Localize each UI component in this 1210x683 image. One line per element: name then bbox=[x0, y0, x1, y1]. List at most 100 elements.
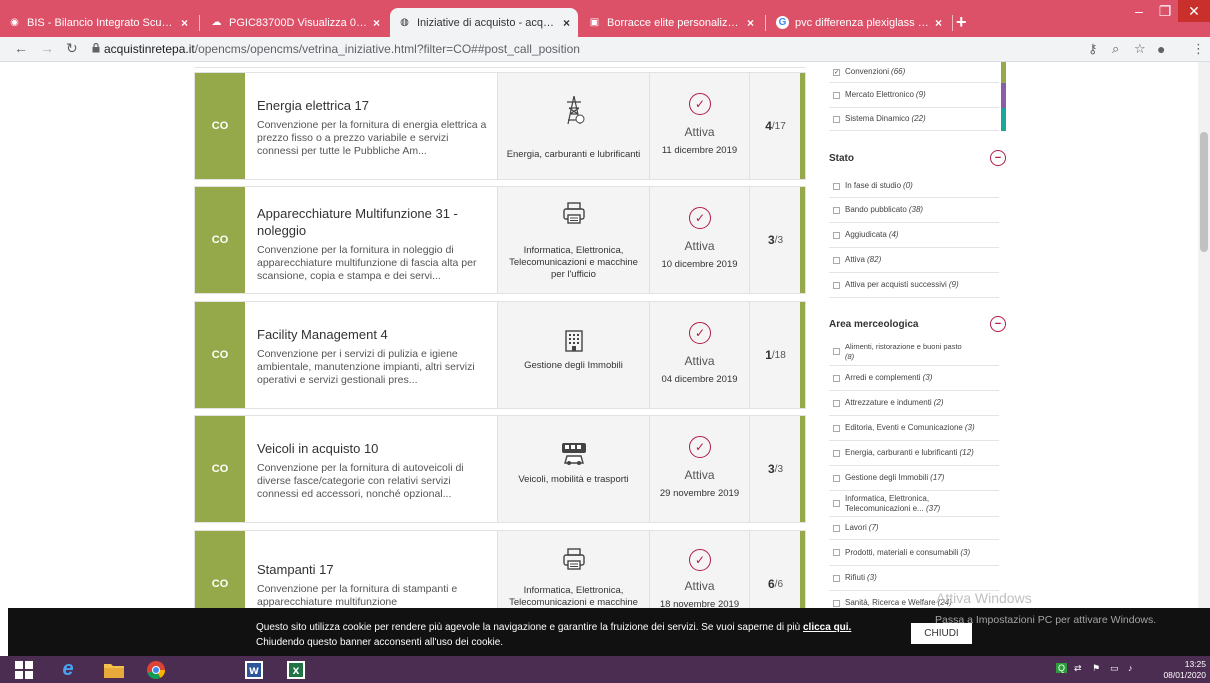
filter-item[interactable]: Editoria, Eventi e Comunicazione (3) bbox=[829, 416, 999, 441]
power-tower-icon bbox=[498, 95, 649, 131]
filter-label: Attiva per acquisti successivi bbox=[845, 280, 947, 289]
card-status: ✓ Attiva 10 dicembre 2019 bbox=[649, 187, 749, 293]
word-icon[interactable]: W bbox=[234, 658, 274, 681]
close-tab-icon[interactable]: × bbox=[563, 16, 570, 30]
minimize-icon[interactable]: – bbox=[1126, 0, 1152, 22]
checkbox[interactable] bbox=[833, 182, 840, 190]
filter-count: (9) bbox=[915, 90, 926, 99]
filter-item[interactable]: Gestione degli Immobili (17) bbox=[829, 466, 999, 491]
filter-item[interactable]: Energia, carburanti e lubrificanti (12) bbox=[829, 441, 999, 466]
card-title[interactable]: Energia elettrica 17 bbox=[257, 97, 487, 114]
initiative-card[interactable]: CO Veicoli in acquisto 10 Convenzione pe… bbox=[194, 415, 806, 523]
filter-item[interactable]: Alimenti, ristorazione e buoni pasto (8) bbox=[829, 338, 999, 366]
account-icon[interactable]: ● bbox=[1157, 41, 1165, 57]
tray-flag-icon[interactable]: ⚑ bbox=[1092, 663, 1100, 674]
initiative-card[interactable]: CO Apparecchiature Multifunzione 31 - no… bbox=[194, 186, 806, 294]
filter-item[interactable]: Attiva per acquisti successivi (9) bbox=[829, 273, 999, 298]
filter-convenzioni[interactable]: ✓ Convenzioni (66) bbox=[829, 62, 999, 83]
checkbox[interactable] bbox=[833, 474, 840, 482]
checkbox[interactable] bbox=[833, 206, 840, 214]
card-title[interactable]: Veicoli in acquisto 10 bbox=[257, 440, 487, 457]
tab-borracce[interactable]: ▣ Borracce elite personalizzate - Bi × bbox=[580, 8, 762, 37]
checkbox[interactable] bbox=[833, 549, 840, 556]
url-field[interactable]: acquistinretepa.it/opencms/opencms/vetri… bbox=[104, 42, 580, 56]
close-tab-icon[interactable]: × bbox=[181, 16, 188, 30]
filter-label-wrap: Alimenti, ristorazione e buoni pasto (8) bbox=[845, 342, 962, 362]
tab-iniziative[interactable]: ◍ Iniziative di acquisto - acquistinre × bbox=[390, 8, 578, 37]
checkbox[interactable] bbox=[833, 231, 840, 239]
reload-icon[interactable]: ↻ bbox=[66, 40, 78, 57]
checkbox[interactable] bbox=[833, 599, 840, 607]
section-area-merceologica[interactable]: Area merceologica − bbox=[829, 316, 1007, 332]
tab-google[interactable]: G pvc differenza plexiglass - Cerca × bbox=[768, 8, 950, 37]
close-cookie-button[interactable]: CHIUDI bbox=[911, 623, 972, 644]
new-tab-button[interactable]: + bbox=[956, 12, 967, 33]
collapse-icon[interactable]: − bbox=[990, 150, 1006, 166]
initiative-card[interactable]: CO Stampanti 17 Convenzione per la forni… bbox=[194, 530, 806, 608]
tray-volume-icon[interactable]: ♪ bbox=[1128, 663, 1133, 673]
restore-icon[interactable]: ❐ bbox=[1152, 0, 1178, 22]
filter-item[interactable]: Rifiuti (3) bbox=[829, 566, 999, 591]
checkbox[interactable] bbox=[833, 574, 840, 582]
start-windows-icon[interactable] bbox=[4, 658, 44, 681]
close-tab-icon[interactable]: × bbox=[747, 16, 754, 30]
file-explorer-icon[interactable] bbox=[94, 658, 134, 681]
collapse-icon[interactable]: − bbox=[990, 316, 1006, 332]
checkbox[interactable] bbox=[833, 115, 840, 123]
card-title[interactable]: Apparecchiature Multifunzione 31 - noleg… bbox=[257, 205, 487, 239]
checkbox[interactable] bbox=[833, 424, 840, 432]
bookmark-star-icon[interactable]: ☆ bbox=[1134, 41, 1146, 57]
url-host: acquistinretepa.it bbox=[104, 42, 195, 56]
checkbox[interactable] bbox=[833, 500, 840, 507]
filter-sistema-dinamico[interactable]: Sistema Dinamico (22) bbox=[829, 108, 999, 131]
checkbox[interactable] bbox=[833, 348, 840, 355]
filter-item[interactable]: Bando pubblicato (38) bbox=[829, 198, 999, 223]
scrollbar-thumb[interactable] bbox=[1200, 132, 1208, 252]
close-tab-icon[interactable]: × bbox=[935, 16, 942, 30]
status-check-icon: ✓ bbox=[689, 207, 711, 229]
checkbox[interactable] bbox=[833, 256, 840, 264]
checkbox[interactable] bbox=[833, 524, 840, 532]
zoom-icon[interactable]: ⌕ bbox=[1112, 41, 1119, 57]
filter-item[interactable]: In fase di studio (0) bbox=[829, 175, 999, 198]
card-title[interactable]: Stampanti 17 bbox=[257, 561, 487, 578]
filter-mercato-elettronico[interactable]: Mercato Elettronico (9) bbox=[829, 83, 999, 108]
key-icon[interactable]: ⚷ bbox=[1088, 41, 1098, 57]
excel-icon[interactable]: X bbox=[276, 658, 316, 681]
checkbox-checked[interactable]: ✓ bbox=[833, 68, 840, 76]
tab-pgic[interactable]: ☁ PGIC83700D Visualizza 08/01/20 × bbox=[202, 8, 388, 37]
tray-monitor-icon[interactable]: ▭ bbox=[1110, 663, 1119, 674]
checkbox[interactable] bbox=[833, 281, 840, 289]
filter-item[interactable]: Attiva (82) bbox=[829, 248, 999, 273]
filter-item[interactable]: Informatica, Elettronica, Telecomunicazi… bbox=[829, 491, 999, 517]
chrome-icon[interactable] bbox=[136, 658, 176, 681]
close-window-icon[interactable]: ✕ bbox=[1178, 0, 1210, 22]
filter-label: Prodotti, materiali e consumabili bbox=[845, 547, 959, 557]
menu-icon[interactable]: ⋮ bbox=[1192, 41, 1205, 57]
forward-icon[interactable]: → bbox=[40, 40, 54, 56]
internet-explorer-icon[interactable]: e bbox=[48, 658, 88, 681]
system-clock[interactable]: 13:25 08/01/2020 bbox=[1163, 659, 1206, 681]
checkbox[interactable] bbox=[833, 374, 840, 382]
section-stato[interactable]: Stato − bbox=[829, 150, 1007, 166]
checkbox[interactable] bbox=[833, 449, 840, 457]
tray-network-icon[interactable]: ⇄ bbox=[1074, 663, 1082, 674]
status-date: 04 dicembre 2019 bbox=[661, 374, 738, 385]
card-category: Energia, carburanti e lubrificanti bbox=[497, 73, 649, 179]
filter-item[interactable]: Attrezzature e indumenti (2) bbox=[829, 391, 999, 416]
card-title[interactable]: Facility Management 4 bbox=[257, 326, 487, 343]
tab-bis[interactable]: ◉ BIS - Bilancio Integrato Scuole | × bbox=[0, 8, 196, 37]
filter-item[interactable]: Prodotti, materiali e consumabili (3) bbox=[829, 540, 999, 566]
back-icon[interactable]: ← bbox=[14, 40, 28, 56]
filter-item[interactable]: Arredi e complementi (3) bbox=[829, 366, 999, 391]
initiative-card[interactable]: CO Facility Management 4 Convenzione per… bbox=[194, 301, 806, 409]
filter-item[interactable]: Lavori (7) bbox=[829, 517, 999, 540]
initiative-card[interactable]: CO Energia elettrica 17 Convenzione per … bbox=[194, 72, 806, 180]
cookie-link[interactable]: clicca qui. bbox=[803, 622, 851, 633]
checkbox[interactable] bbox=[833, 399, 840, 407]
checkbox[interactable] bbox=[833, 91, 840, 99]
close-tab-icon[interactable]: × bbox=[373, 16, 380, 30]
tray-app-icon[interactable]: Q bbox=[1056, 663, 1068, 673]
filter-item[interactable]: Aggiudicata (4) bbox=[829, 223, 999, 248]
page-scrollbar[interactable] bbox=[1198, 62, 1210, 608]
